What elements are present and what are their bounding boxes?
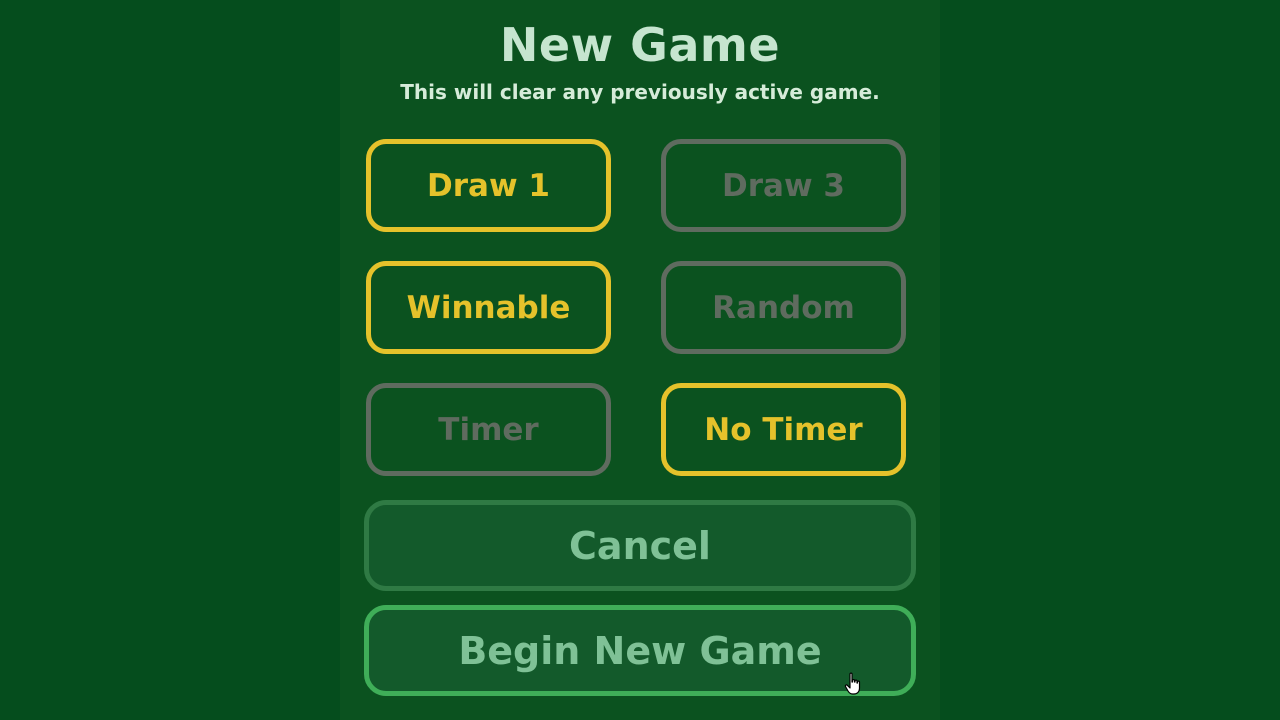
dialog-title: New Game: [499, 18, 781, 72]
new-game-dialog: New Game This will clear any previously …: [340, 0, 940, 720]
draw-1-option[interactable]: Draw 1: [366, 139, 611, 232]
hand-pointer-icon: [844, 672, 861, 695]
game-background: New Game This will clear any previously …: [0, 0, 1280, 720]
timer-option[interactable]: Timer: [366, 383, 611, 476]
winnable-option[interactable]: Winnable: [366, 261, 611, 354]
no-timer-option[interactable]: No Timer: [661, 383, 906, 476]
random-option[interactable]: Random: [661, 261, 906, 354]
begin-new-game-button[interactable]: Begin New Game: [364, 605, 916, 696]
cancel-button[interactable]: Cancel: [364, 500, 916, 591]
draw-3-option[interactable]: Draw 3: [661, 139, 906, 232]
dialog-subtitle: This will clear any previously active ga…: [400, 80, 880, 104]
